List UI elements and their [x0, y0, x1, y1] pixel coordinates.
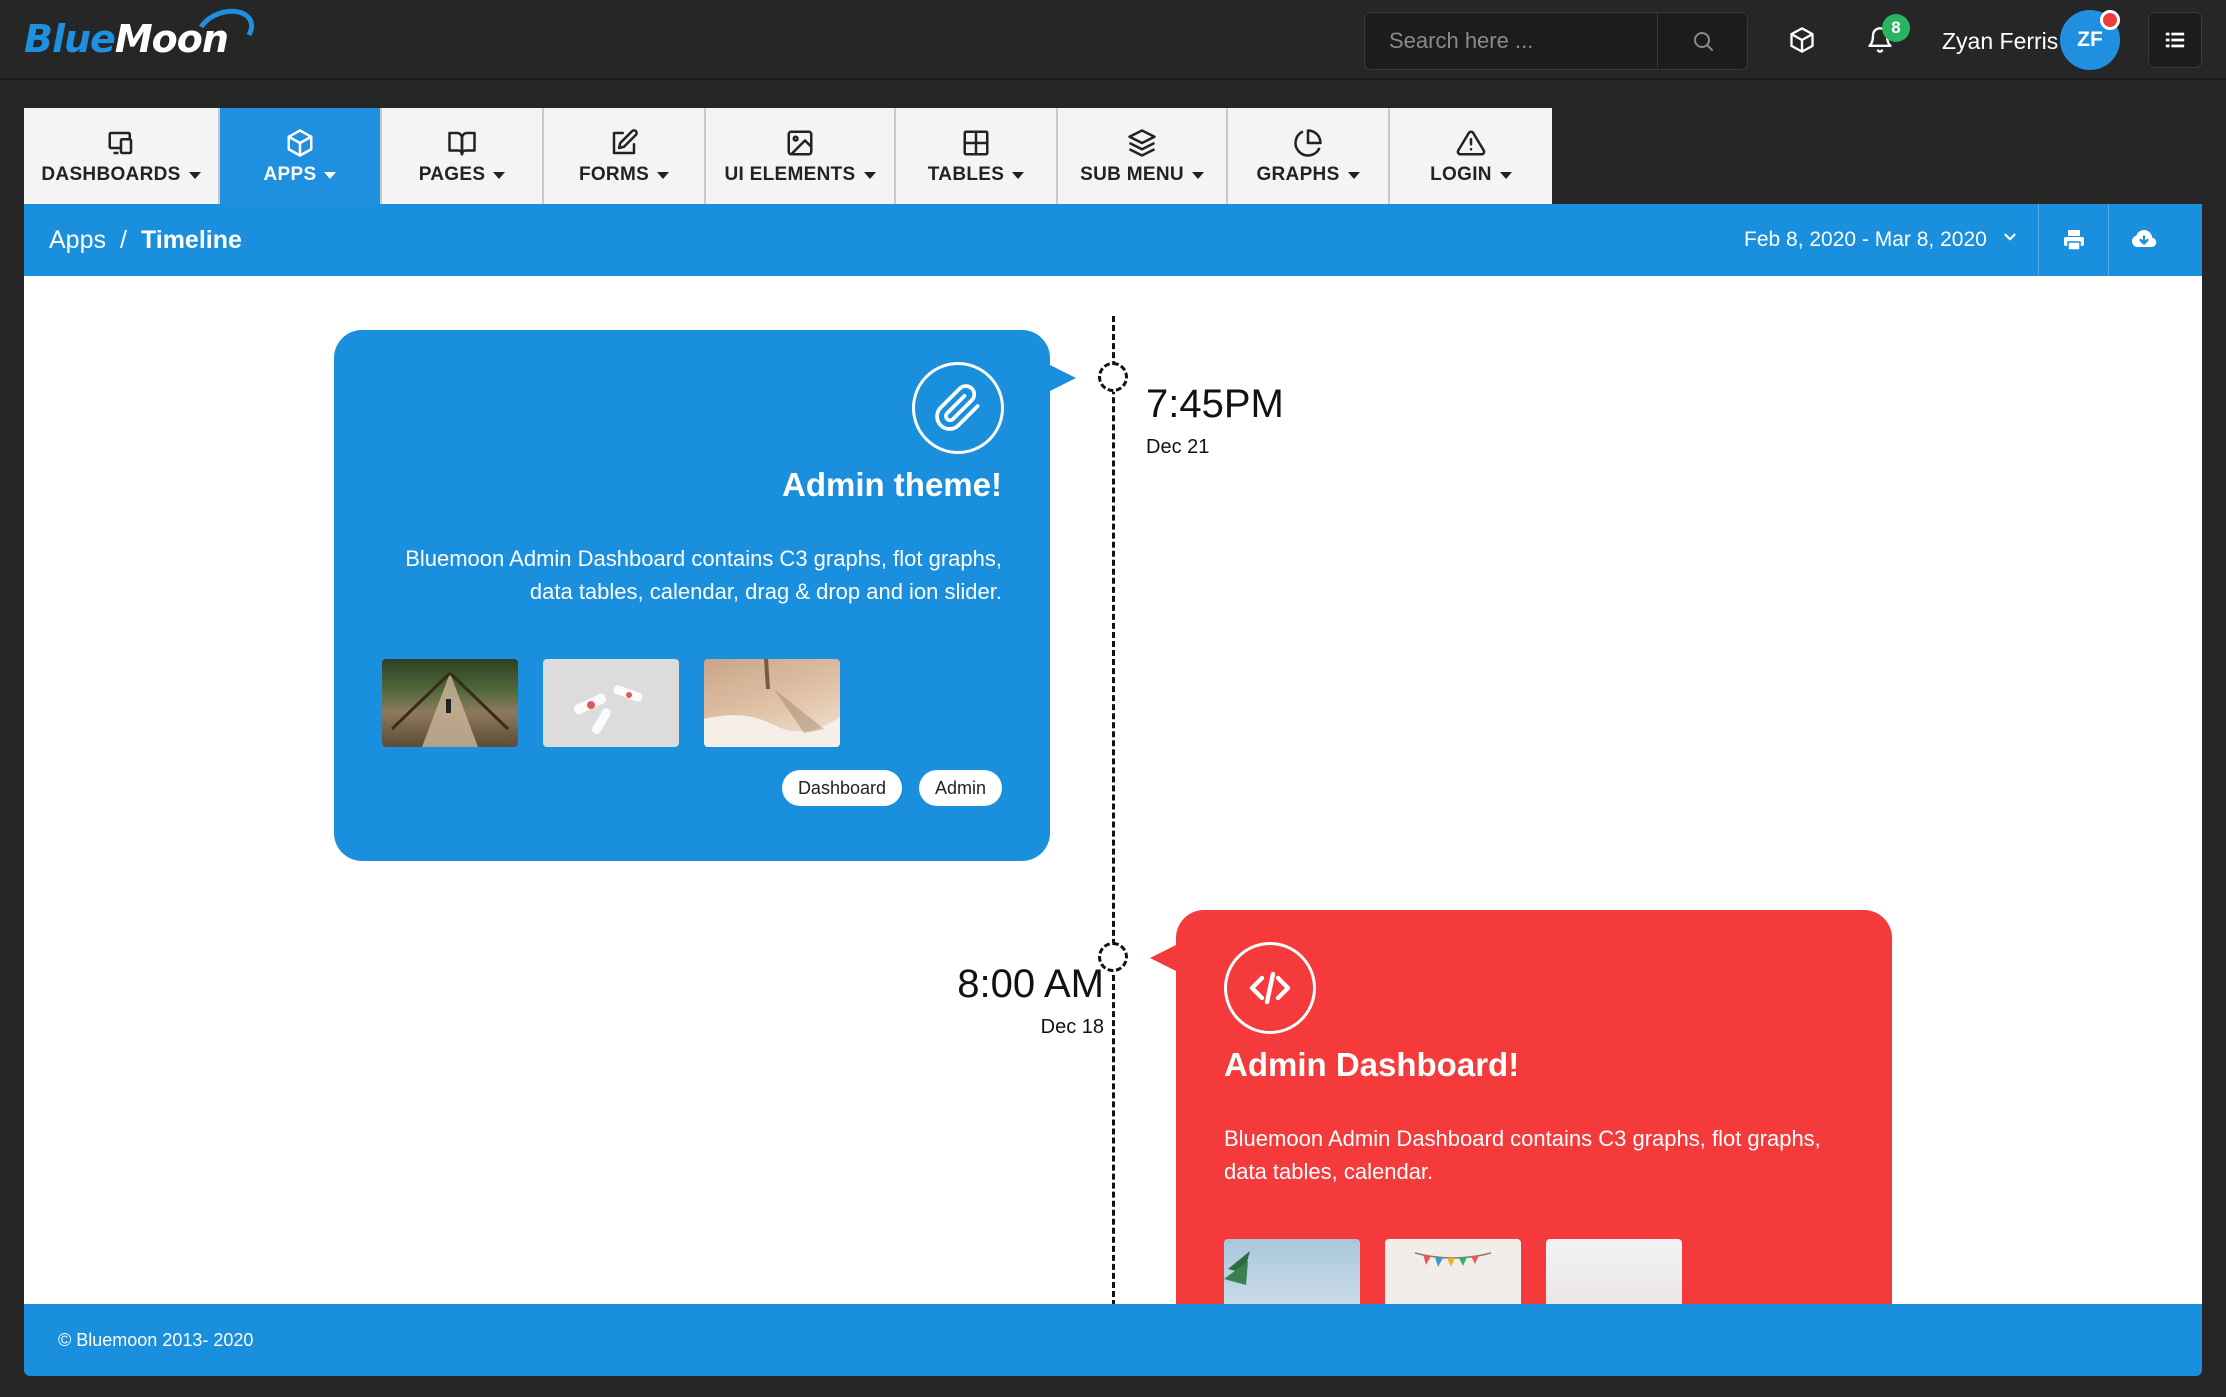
caret-down-icon — [1499, 171, 1512, 179]
book-icon — [447, 126, 477, 160]
caret-down-icon — [1347, 171, 1360, 179]
cube-icon — [1790, 27, 1814, 53]
caret-down-icon — [324, 171, 337, 179]
list-icon — [2165, 32, 2185, 48]
timeline-content: 7:45PM Dec 21 Admin theme! Bluemoon Admi… — [24, 276, 2202, 1304]
nav-item-dashboards[interactable]: DASHBOARDS — [24, 108, 220, 204]
card-title: Admin Dashboard! — [1224, 1046, 1520, 1083]
date-range-value: Feb 8, 2020 - Mar 8, 2020 — [1744, 228, 1987, 251]
box-icon — [285, 126, 315, 160]
nav-item-ui-elements[interactable]: UI ELEMENTS — [706, 108, 896, 204]
caret-down-icon — [863, 171, 876, 179]
footer-copyright: © Bluemoon 2013- 2020 — [58, 1329, 254, 1350]
nav-item-sub-menu[interactable]: SUB MENU — [1058, 108, 1228, 204]
download-button[interactable] — [2108, 204, 2178, 276]
paperclip-icon — [912, 362, 1004, 454]
cloud-download-icon — [2131, 230, 2156, 248]
grid-icon — [961, 126, 991, 160]
nav-label-pages: PAGES — [418, 164, 486, 185]
alert-triangle-icon — [1456, 126, 1486, 160]
code-icon — [1224, 942, 1316, 1034]
nav-item-apps[interactable]: APPS — [220, 108, 382, 204]
footer: © Bluemoon 2013- 2020 — [24, 1304, 2202, 1376]
card-thumbnail-plant[interactable] — [1224, 1239, 1360, 1304]
nav-label-ui-elements: UI ELEMENTS — [724, 164, 856, 185]
breadcrumb-current: Timeline — [140, 225, 242, 254]
card-thumbnail-bridge[interactable] — [382, 659, 518, 747]
caret-down-icon — [657, 171, 670, 179]
nav-label-dashboards: DASHBOARDS — [41, 164, 181, 185]
print-icon — [2063, 230, 2084, 251]
notification-count-badge: 8 — [1882, 14, 1910, 42]
status-dot — [2100, 10, 2120, 30]
menu-button[interactable] — [2148, 12, 2202, 68]
brand-logo-part1: Blue — [24, 17, 116, 61]
layers-icon — [1127, 126, 1157, 160]
timeline-time: 8:00 AM — [957, 962, 1104, 1006]
breadcrumb-bar: Apps / Timeline Feb 8, 2020 - Mar 8, 202… — [24, 204, 2202, 276]
breadcrumb-separator: / — [119, 225, 127, 254]
tag-admin[interactable]: Admin — [918, 770, 1002, 806]
print-button[interactable] — [2038, 204, 2108, 276]
nav-label-sub-menu: SUB MENU — [1080, 164, 1184, 185]
card-thumbnail-bunting[interactable] — [1385, 1239, 1521, 1304]
nav-label-tables: TABLES — [927, 164, 1005, 185]
card-title: Admin theme! — [781, 466, 1002, 503]
nav-item-graphs[interactable]: GRAPHS — [1228, 108, 1390, 204]
brand-logo[interactable]: BlueMoon — [24, 1, 261, 64]
nav-item-forms[interactable]: FORMS — [544, 108, 706, 204]
nav-item-login[interactable]: LOGIN — [1390, 108, 1552, 204]
nav-label-login: LOGIN — [1430, 164, 1492, 185]
pie-chart-icon — [1293, 126, 1323, 160]
timeline-date: Dec 21 — [1146, 436, 1210, 458]
chevron-down-icon — [2001, 228, 2019, 252]
caret-down-icon — [1191, 171, 1204, 179]
card-thumbnail-tubes[interactable] — [543, 659, 679, 747]
caret-down-icon — [493, 171, 506, 179]
search-icon — [1693, 31, 1713, 51]
breadcrumb-apps-link[interactable]: Apps — [49, 226, 106, 255]
edit-icon — [609, 126, 639, 160]
timeline-card-admin-dashboard: Admin Dashboard! Bluemoon Admin Dashboar… — [1150, 910, 1892, 1304]
card-text: Bluemoon Admin Dashboard contains C3 gra… — [1224, 1126, 1821, 1184]
top-bar: BlueMoon 8 Zyan Ferris ZF — [0, 0, 2226, 80]
search-input[interactable] — [1365, 13, 1657, 68]
caret-down-icon — [1012, 171, 1025, 179]
card-thumbnail-white[interactable] — [1546, 1239, 1682, 1304]
timeline-line — [1112, 316, 1115, 1304]
nav-label-graphs: GRAPHS — [1256, 164, 1340, 185]
nav-item-pages[interactable]: PAGES — [382, 108, 544, 204]
devices-icon — [106, 126, 136, 160]
caret-down-icon — [188, 171, 201, 179]
card-pointer — [1150, 944, 1178, 972]
date-range-picker[interactable]: Feb 8, 2020 - Mar 8, 2020 — [1744, 204, 2019, 276]
timeline-node — [1098, 362, 1128, 392]
nav-item-tables[interactable]: TABLES — [896, 108, 1058, 204]
tag-dashboard[interactable]: Dashboard — [781, 770, 902, 806]
card-text: Bluemoon Admin Dashboard contains C3 gra… — [405, 546, 1002, 604]
card-pointer — [1048, 364, 1076, 392]
search-box — [1364, 12, 1748, 70]
timeline-date: Dec 18 — [1040, 1016, 1104, 1038]
nav-label-apps: APPS — [263, 164, 317, 185]
card-thumbnail-beach[interactable] — [704, 659, 840, 747]
nav-label-forms: FORMS — [578, 164, 650, 185]
breadcrumb: Apps / Timeline — [49, 204, 242, 276]
timeline-time: 7:45PM — [1146, 382, 1284, 426]
search-button[interactable] — [1657, 13, 1747, 68]
main-nav: DASHBOARDS APPS PAGES FORMS UI ELEMENTS … — [24, 108, 1552, 204]
user-name[interactable]: Zyan Ferris — [1942, 24, 2058, 58]
image-icon — [785, 126, 815, 160]
timeline-card-admin-theme: Admin theme! Bluemoon Admin Dashboard co… — [334, 330, 1076, 861]
apps-cube-button[interactable] — [1782, 20, 1822, 60]
